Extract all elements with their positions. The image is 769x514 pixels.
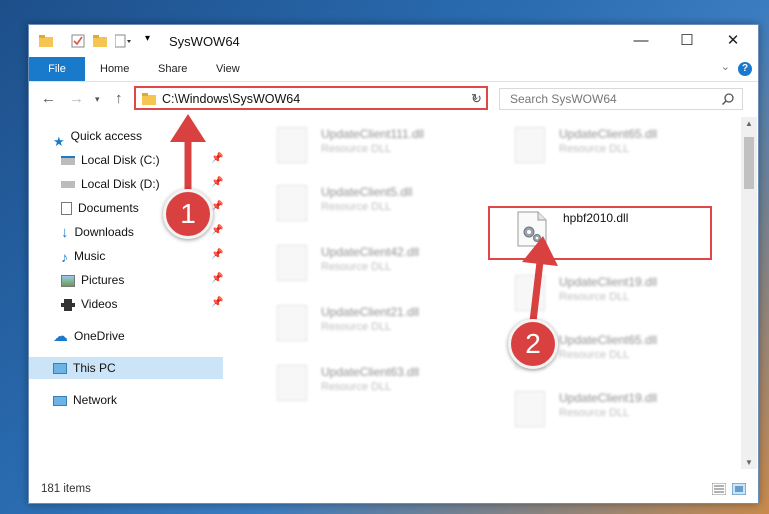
annotation-arrows <box>170 114 558 331</box>
arrow-1 <box>170 114 206 196</box>
step-marker-1: 1 <box>163 189 213 239</box>
step-marker-2: 2 <box>508 319 558 369</box>
arrow-2 <box>522 236 558 331</box>
